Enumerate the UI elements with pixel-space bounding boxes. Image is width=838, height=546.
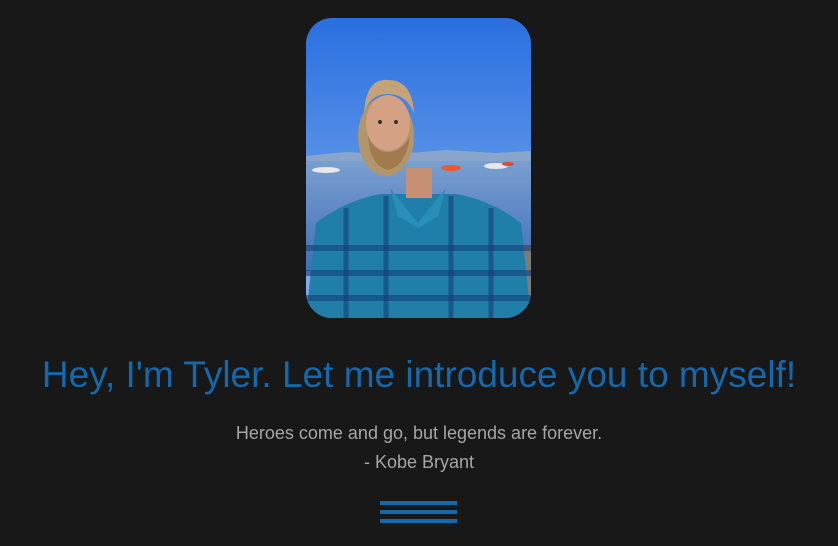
quote-text: Heroes come and go, but legends are fore… [235,423,603,443]
menu-bar [380,501,457,505]
hamburger-menu-icon[interactable] [380,500,457,526]
profile-photo [306,18,531,318]
quote-author: - Kobe Bryant [363,452,475,472]
menu-bar [380,510,457,514]
intro-headline: Hey, I'm Tyler. Let me introduce you to … [41,354,797,395]
menu-bar [380,519,457,523]
